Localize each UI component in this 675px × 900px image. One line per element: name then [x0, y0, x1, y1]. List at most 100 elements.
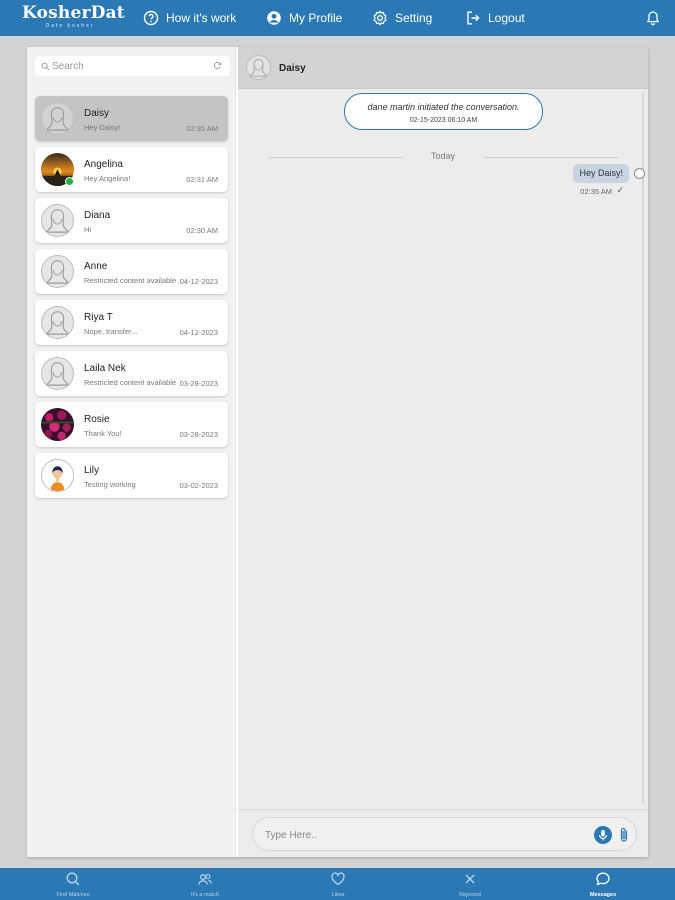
conversation-name: Anne [84, 261, 108, 272]
outgoing-message-bubble[interactable]: Hey Daisy! [573, 164, 629, 183]
sent-check-icon: ✓ [616, 185, 624, 195]
scrollbar[interactable] [642, 93, 644, 803]
conversation-item-angelina[interactable]: Angelina Hey Angelina! 02:31 AM [35, 147, 228, 192]
default-avatar-icon [45, 311, 70, 335]
microphone-icon [598, 830, 608, 841]
online-status-indicator [65, 177, 74, 186]
paperclip-icon [620, 827, 628, 842]
conversation-name: Lily [84, 465, 100, 476]
conversation-time: 02:30 AM [186, 226, 218, 235]
conversation-preview: Hey Daisy! [84, 123, 121, 132]
tab-likes[interactable]: Likes [288, 868, 388, 900]
system-message: dane martin initiated the conversation. … [344, 93, 543, 130]
nav-label: My Profile [289, 11, 343, 25]
nav-label: How it's work [166, 11, 237, 25]
tab-rejected[interactable]: Rejected [420, 868, 520, 900]
search-placeholder: Search [52, 60, 84, 72]
conversation-name: Daisy [84, 108, 110, 119]
refresh-icon[interactable] [213, 61, 222, 70]
conversation-name: Rosie [84, 414, 110, 425]
top-navigation-bar: KosherDat Date kosher How it's work My P… [0, 0, 675, 36]
flowers-photo-avatar [41, 408, 74, 441]
attach-button[interactable] [617, 826, 631, 844]
avatar [41, 459, 74, 492]
conversation-item-riya-t[interactable]: Riya T Nope, transfer... 04-12-2023 [35, 300, 228, 345]
avatar [41, 255, 74, 288]
conversation-item-diana[interactable]: Diana Hi 02:30 AM [35, 198, 228, 243]
conversation-item-anne[interactable]: Anne Restricted content available 04-12-… [35, 249, 228, 294]
tab-messages[interactable]: Messages [553, 868, 653, 900]
search-icon [41, 62, 50, 70]
conversation-time: 02:35 AM [186, 124, 218, 133]
tab-find-matches[interactable]: Find Matches [23, 868, 123, 900]
nav-logout[interactable]: Logout [465, 0, 525, 36]
conversation-time: 03-02-2023 [179, 481, 218, 490]
tab-label: Likes [331, 892, 345, 898]
brand-tagline: Date kosher [45, 23, 95, 29]
default-avatar-icon [45, 209, 70, 233]
users-icon [198, 873, 212, 885]
conversation-preview: Restricted content available [84, 378, 177, 387]
nav-how-it-works[interactable]: How it's work [143, 0, 236, 36]
conversation-time: 04-12-2023 [179, 277, 218, 286]
user-circle-icon [267, 11, 281, 25]
conversation-time: 02:31 AM [186, 175, 218, 184]
search-icon [66, 872, 80, 886]
system-message-time: 02-15-2023 06:10 AM [409, 117, 478, 124]
system-message-text: dane martin initiated the conversation. [367, 102, 520, 112]
question-circle-icon [143, 10, 159, 26]
default-avatar-icon [249, 59, 268, 77]
message-options-icon[interactable] [634, 168, 645, 179]
app-logo[interactable]: KosherDat Date kosher [22, 4, 125, 32]
bottom-navigation-bar: Find Matches It's a match Likes Rejected… [0, 868, 675, 900]
avatar [41, 102, 74, 135]
avatar [41, 408, 74, 441]
conversation-preview: Thank You! [84, 429, 122, 438]
nav-my-profile[interactable]: My Profile [266, 0, 342, 36]
nav-label: Setting [395, 11, 433, 25]
conversation-name: Diana [84, 210, 111, 221]
conversation-item-daisy[interactable]: Daisy Hey Daisy! 02:35 AM [35, 96, 228, 141]
conversation-preview: Nope, transfer... [84, 327, 138, 336]
tab-label: Find Matches [56, 892, 90, 898]
avatar [41, 204, 74, 237]
logout-icon [467, 11, 480, 25]
conversation-preview: Hi [84, 225, 92, 234]
avatar [41, 357, 74, 390]
divider-line [483, 157, 618, 158]
conversation-name: Laila Nek [84, 363, 126, 374]
message-input-box [252, 817, 637, 851]
message-thread: dane martin initiated the conversation. … [238, 89, 648, 809]
search-box[interactable]: Search [35, 56, 230, 76]
day-divider: Today [268, 151, 618, 163]
nav-label: Logout [488, 11, 525, 25]
contact-name[interactable]: Daisy [279, 63, 306, 74]
microphone-button[interactable] [594, 826, 612, 844]
conversation-item-laila-nek[interactable]: Laila Nek Restricted content available 0… [35, 351, 228, 396]
conversation-time: 04-12-2023 [179, 328, 218, 337]
conversation-item-lily[interactable]: Lily Testing working 03-02-2023 [35, 453, 228, 498]
conversation-preview: Testing working [84, 480, 136, 489]
nav-setting[interactable]: Setting [372, 0, 432, 36]
conversation-item-rosie[interactable]: Rosie Thank You! 03-28-2023 [35, 402, 228, 447]
tab-label: It's a match [191, 892, 219, 898]
chat-panel: Daisy dane martin initiated the conversa… [238, 47, 648, 857]
contact-avatar[interactable] [246, 55, 271, 80]
woman-illustration-avatar [42, 460, 73, 491]
message-input[interactable] [265, 826, 565, 844]
conversation-name: Riya T [84, 312, 113, 323]
tab-label: Rejected [459, 892, 481, 898]
conversation-preview: Restricted content available [84, 276, 177, 285]
bell-icon[interactable] [645, 10, 661, 26]
default-avatar-icon [45, 362, 70, 386]
tab-its-a-match[interactable]: It's a match [155, 868, 255, 900]
default-avatar-icon [45, 260, 70, 284]
x-icon [465, 874, 475, 884]
messages-panel: Search Daisy Hey Daisy! 02:35 AM Angelin… [27, 47, 648, 857]
tab-label: Messages [589, 892, 617, 898]
conversation-preview: Hey Angelina! [84, 174, 131, 183]
conversation-name: Angelina [84, 159, 123, 170]
day-divider-label: Today [430, 151, 456, 161]
chat-header: Daisy [238, 47, 648, 89]
conversation-time: 03-28-2023 [179, 430, 218, 439]
